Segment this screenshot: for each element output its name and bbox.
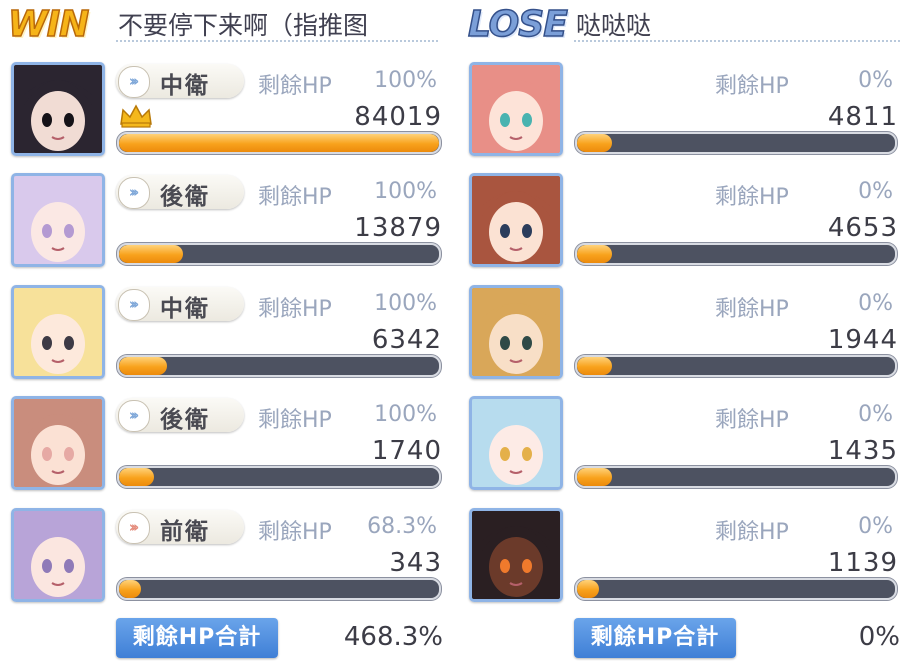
remaining-hp-percent: 100%	[374, 402, 437, 427]
remaining-hp-percent: 68.3%	[367, 514, 437, 539]
unit-portrait[interactable]	[11, 173, 105, 267]
position-label: 中衛	[160, 296, 210, 322]
lose-unit-row: 剩餘HP 0% 4653	[469, 173, 905, 269]
remaining-hp-label: 剩餘HP	[258, 297, 332, 322]
win-label: WIN	[7, 3, 90, 46]
remaining-hp-label: 剩餘HP	[258, 408, 332, 433]
damage-bar	[117, 243, 441, 265]
damage-bar-fill	[577, 134, 612, 152]
lose-total-hp-badge: 剩餘HP合計	[574, 618, 736, 658]
unit-portrait[interactable]	[11, 508, 105, 602]
win-total-hp-badge: 剩餘HP合計	[116, 618, 278, 658]
damage-value: 1139	[827, 548, 898, 578]
unit-portrait[interactable]	[11, 285, 105, 379]
position-label: 中衛	[160, 73, 210, 99]
win-unit-row: ››› 前衛 剩餘HP 68.3% 343	[11, 508, 451, 604]
damage-value: 4653	[827, 213, 898, 243]
position-badge: ››› 中衛	[116, 64, 244, 99]
damage-bar	[575, 132, 897, 154]
damage-bar-fill	[119, 357, 167, 375]
position-badge: ››› 後衛	[116, 175, 244, 210]
damage-bar-fill	[119, 580, 142, 598]
unit-portrait[interactable]	[11, 396, 105, 490]
position-label: 後衛	[160, 184, 210, 210]
damage-value: 4811	[827, 102, 898, 132]
win-unit-row: ››› 中衛 剩餘HP 100% 6342	[11, 285, 451, 381]
remaining-hp-percent: 100%	[374, 179, 437, 204]
remaining-hp-percent: 0%	[858, 514, 893, 539]
win-total-hp-value: 468.3%	[343, 622, 443, 652]
remaining-hp-label: 剩餘HP	[715, 520, 789, 545]
damage-value: 6342	[371, 325, 442, 355]
damage-bar	[575, 466, 897, 488]
remaining-hp-percent: 0%	[858, 402, 893, 427]
lose-player-name: 哒哒哒	[576, 11, 652, 40]
damage-bar-fill	[577, 468, 612, 486]
win-unit-row: ››› 中衛 剩餘HP 100% 84019	[11, 62, 451, 158]
chevron-icon: ›››	[118, 289, 150, 321]
remaining-hp-label: 剩餘HP	[258, 520, 332, 545]
damage-value: 1944	[827, 325, 898, 355]
remaining-hp-label: 剩餘HP	[258, 185, 332, 210]
damage-bar	[117, 355, 441, 377]
lose-label: LOSE	[467, 3, 568, 46]
remaining-hp-percent: 100%	[374, 291, 437, 316]
remaining-hp-percent: 0%	[858, 179, 893, 204]
win-name-underline	[116, 40, 438, 42]
damage-value: 343	[389, 548, 442, 578]
remaining-hp-label: 剩餘HP	[715, 408, 789, 433]
remaining-hp-percent: 100%	[374, 68, 437, 93]
chevron-icon: ›››	[118, 66, 150, 98]
position-label: 前衛	[160, 519, 210, 545]
win-header: WIN 不要停下来啊（指推图	[0, 0, 450, 46]
damage-bar-fill	[119, 245, 183, 263]
position-badge: ››› 後衛	[116, 398, 244, 433]
win-player-name: 不要停下来啊（指推图	[118, 11, 369, 40]
chevron-icon: ›››	[118, 177, 150, 209]
damage-bar-fill	[119, 468, 155, 486]
damage-value: 1740	[371, 436, 442, 466]
remaining-hp-label: 剩餘HP	[258, 74, 332, 99]
damage-bar-fill	[577, 357, 612, 375]
lose-header: LOSE 哒哒哒	[460, 0, 907, 46]
position-badge: ››› 前衛	[116, 510, 244, 545]
position-badge: ››› 中衛	[116, 287, 244, 322]
unit-portrait[interactable]	[469, 396, 563, 490]
lose-unit-row: 剩餘HP 0% 4811	[469, 62, 905, 158]
unit-portrait[interactable]	[469, 62, 563, 156]
unit-portrait[interactable]	[469, 173, 563, 267]
unit-portrait[interactable]	[469, 285, 563, 379]
chevron-icon: ›››	[118, 512, 150, 544]
remaining-hp-percent: 0%	[858, 291, 893, 316]
damage-value: 13879	[354, 213, 442, 243]
lose-unit-row: 剩餘HP 0% 1139	[469, 508, 905, 604]
unit-portrait[interactable]	[469, 508, 563, 602]
remaining-hp-label: 剩餘HP	[715, 185, 789, 210]
damage-bar	[575, 355, 897, 377]
remaining-hp-label: 剩餘HP	[715, 297, 789, 322]
damage-bar	[575, 578, 897, 600]
remaining-hp-percent: 0%	[858, 68, 893, 93]
lose-unit-row: 剩餘HP 0% 1435	[469, 396, 905, 492]
damage-value: 84019	[354, 102, 442, 132]
damage-bar	[117, 578, 441, 600]
crown-icon	[119, 104, 153, 132]
chevron-icon: ›››	[118, 400, 150, 432]
lose-unit-row: 剩餘HP 0% 1944	[469, 285, 905, 381]
damage-bar-fill	[119, 134, 439, 152]
position-label: 後衛	[160, 407, 210, 433]
unit-portrait[interactable]	[11, 62, 105, 156]
damage-bar-fill	[577, 580, 600, 598]
damage-value: 1435	[827, 436, 898, 466]
win-unit-row: ››› 後衛 剩餘HP 100% 1740	[11, 396, 451, 492]
lose-total-hp-value: 0%	[858, 622, 900, 652]
remaining-hp-label: 剩餘HP	[715, 74, 789, 99]
damage-bar-fill	[577, 245, 612, 263]
win-unit-row: ››› 後衛 剩餘HP 100% 13879	[11, 173, 451, 269]
damage-bar	[117, 132, 441, 154]
lose-name-underline	[574, 40, 900, 42]
damage-bar	[117, 466, 441, 488]
damage-bar	[575, 243, 897, 265]
